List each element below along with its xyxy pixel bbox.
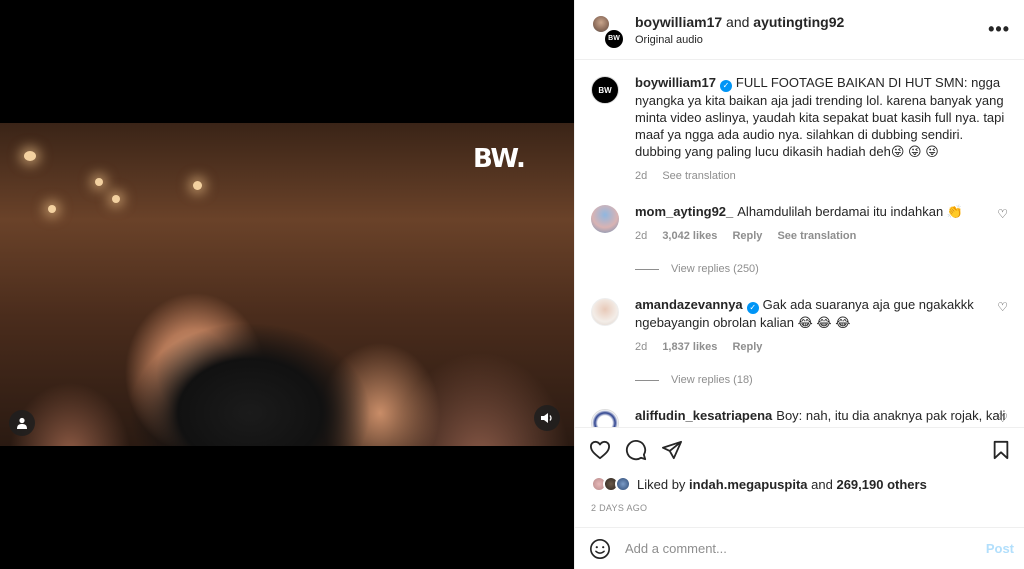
comment-meta: 2d 1,837 likes Reply — [635, 339, 986, 356]
see-translation-link[interactable]: See translation — [662, 170, 735, 182]
bokeh-light — [48, 205, 56, 213]
add-comment-bar: Add a comment... Post — [575, 527, 1024, 569]
comment-item: aliffudin_kesatriapena Boy: nah, itu dia … — [591, 407, 1008, 427]
caption-time[interactable]: 2d — [635, 170, 647, 182]
caption: BW boywilliam17 ✓ FULL FOOTAGE BAIKAN DI H… — [591, 74, 1008, 185]
view-replies-button[interactable]: View replies (250) — [635, 263, 1008, 275]
view-replies-label: View replies (18) — [671, 374, 753, 386]
post-viewer: BW. BW boywilliam17 and ayutingting92 Or… — [0, 0, 1024, 569]
user-icon — [17, 417, 27, 429]
share-icon[interactable] — [661, 440, 683, 460]
comment-time[interactable]: 2d — [635, 341, 647, 353]
comment-item: mom_ayting92_ Alhamdulilah berdamai itu i… — [591, 203, 1008, 245]
comment-time[interactable]: 2d — [635, 230, 647, 242]
speaker-icon — [541, 413, 552, 423]
verified-badge-icon: ✓ — [746, 302, 759, 314]
like-comment-heart-icon[interactable]: ♡ — [997, 411, 1008, 425]
comment-username[interactable]: mom_ayting92_ — [635, 204, 733, 219]
header-text: boywilliam17 and ayutingting92 Original … — [635, 14, 988, 46]
divider-line — [635, 379, 659, 381]
avatar[interactable] — [591, 205, 619, 233]
like-heart-icon[interactable] — [589, 440, 611, 460]
comment-text: Alhamdulilah berdamai itu indahkan 👏 — [737, 204, 964, 219]
more-options-icon[interactable]: ••• — [988, 19, 1010, 40]
author-username[interactable]: boywilliam17 — [635, 14, 722, 30]
header-usernames: boywilliam17 and ayutingting92 — [635, 14, 988, 30]
collaborator-username[interactable]: ayutingting92 — [753, 14, 844, 30]
liked-by: Liked by indah.megapuspita and 269,190 o… — [575, 471, 1024, 497]
comment-item: amandazevannya ✓ Gak ada suaranya aja gue … — [591, 296, 1008, 356]
like-comment-heart-icon[interactable]: ♡ — [997, 300, 1008, 314]
liked-by-others[interactable]: 269,190 others — [836, 477, 926, 492]
emoji-icon[interactable] — [589, 538, 611, 560]
video-watermark-logo: BW. — [473, 144, 526, 174]
avatar[interactable]: BW — [591, 76, 619, 104]
post-date[interactable]: 2 DAYS AGO — [575, 497, 1024, 527]
comment-text: Boy: nah, itu dia anaknya pak rojak, kal… — [776, 408, 1006, 423]
reply-button[interactable]: Reply — [732, 341, 762, 353]
liked-by-prefix: Liked by — [637, 476, 686, 492]
comment-meta: 2d 3,042 likes Reply See translation — [635, 228, 986, 245]
avatar[interactable] — [591, 298, 619, 326]
caption-meta: 2d See translation — [635, 168, 1008, 185]
see-translation-link[interactable]: See translation — [777, 230, 856, 242]
comment-icon[interactable] — [625, 439, 647, 461]
comment-likes[interactable]: 3,042 likes — [662, 230, 717, 242]
collab-avatars[interactable]: BW — [591, 13, 625, 50]
comment-likes[interactable]: 1,837 likes — [662, 341, 717, 353]
action-bar — [575, 427, 1024, 471]
media-area: BW. — [0, 0, 574, 569]
like-comment-heart-icon[interactable]: ♡ — [997, 207, 1008, 221]
post-details-panel: BW boywilliam17 and ayutingting92 Origin… — [574, 0, 1024, 569]
tagged-users-button[interactable] — [9, 410, 35, 436]
post-comment-button[interactable]: Post — [986, 541, 1014, 556]
avatar — [615, 476, 631, 492]
comment-username[interactable]: aliffudin_kesatriapena — [635, 408, 772, 423]
bokeh-light — [24, 151, 36, 161]
comments-list[interactable]: BW boywilliam17 ✓ FULL FOOTAGE BAIKAN DI H… — [575, 60, 1024, 427]
reply-button[interactable]: Reply — [732, 230, 762, 242]
mute-toggle-button[interactable] — [534, 405, 560, 431]
bokeh-light — [95, 178, 103, 186]
bokeh-light — [112, 195, 120, 203]
liked-by-user[interactable]: indah.megapuspita — [689, 477, 807, 492]
audio-link[interactable]: Original audio — [635, 34, 988, 46]
bokeh-light — [193, 181, 202, 190]
view-replies-label: View replies (250) — [671, 263, 759, 275]
avatar: BW — [603, 27, 625, 50]
bookmark-icon[interactable] — [992, 440, 1010, 460]
verified-badge-icon: ✓ — [719, 80, 732, 92]
connector-text: and — [726, 13, 750, 30]
divider-line — [635, 268, 659, 270]
post-header: BW boywilliam17 and ayutingting92 Origin… — [575, 0, 1024, 60]
comment-input[interactable]: Add a comment... — [625, 541, 986, 556]
caption-username[interactable]: boywilliam17 — [635, 75, 716, 90]
liked-by-and: and — [811, 476, 833, 492]
view-replies-button[interactable]: View replies (18) — [635, 374, 1008, 386]
avatar[interactable] — [591, 409, 619, 427]
liker-avatars[interactable] — [591, 476, 631, 492]
comment-username[interactable]: amandazevannya — [635, 297, 743, 312]
